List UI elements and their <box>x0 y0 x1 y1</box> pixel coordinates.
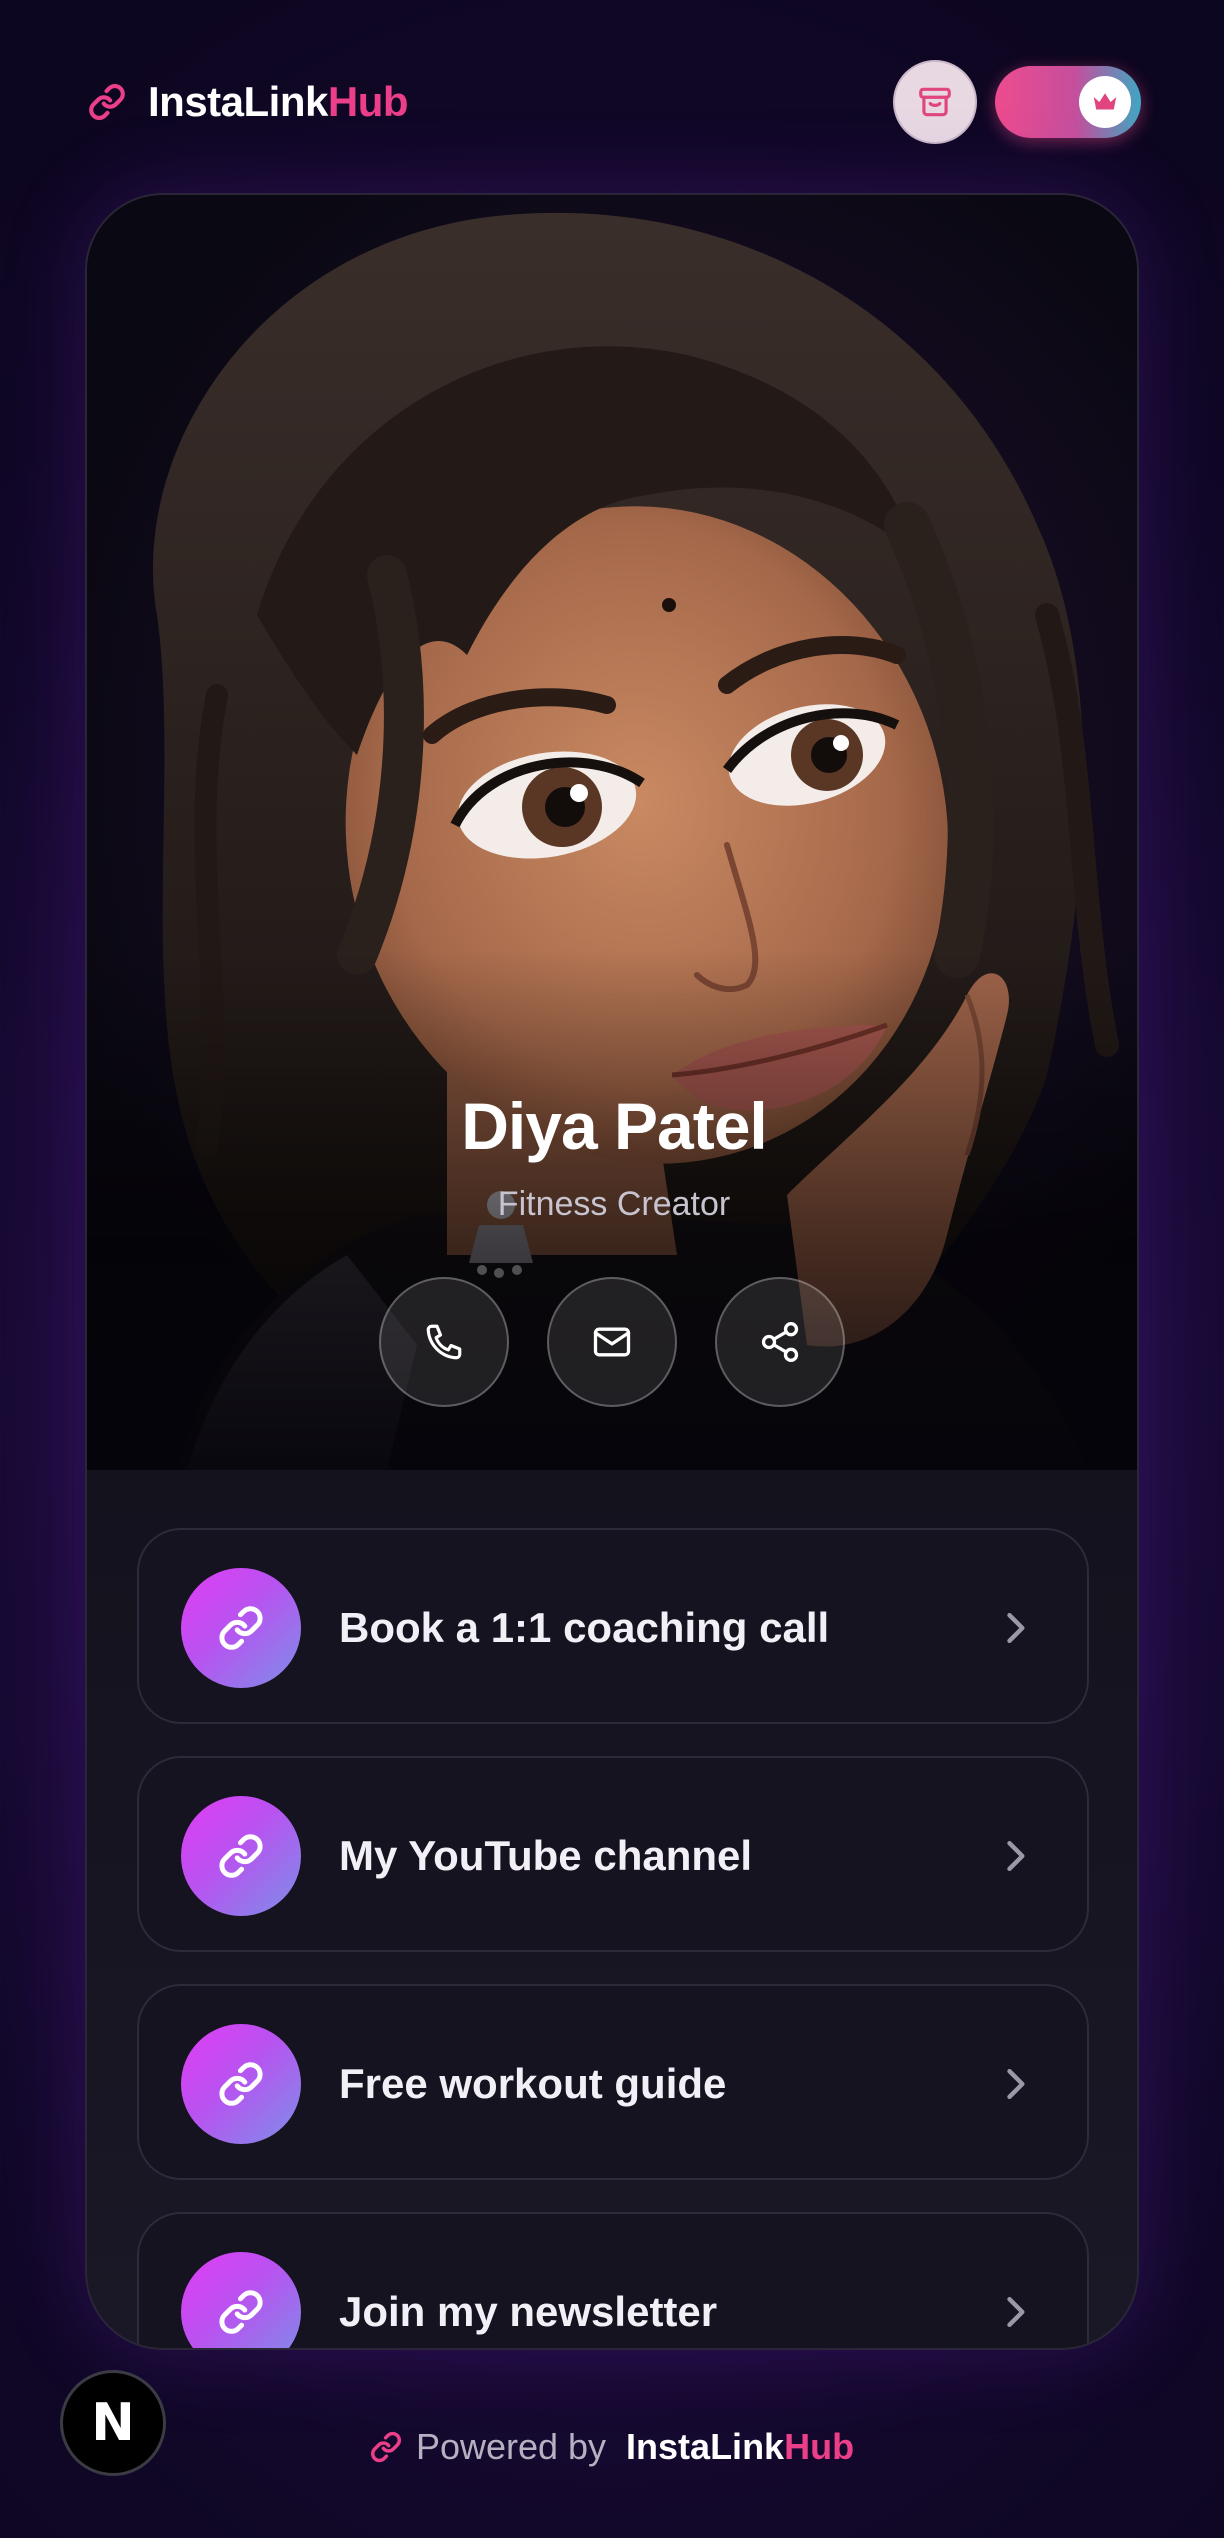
share-button[interactable] <box>715 1277 845 1407</box>
link-icon <box>89 84 125 120</box>
link-list: Book a 1:1 coaching call My YouTube chan… <box>137 1528 1089 2348</box>
top-bar: InstaLinkHub <box>0 0 1224 210</box>
archive-icon <box>919 87 951 117</box>
chevron-right-icon <box>1007 2296 1025 2328</box>
profile-card: Diya Patel Fitness Creator Book a 1:1 co… <box>85 193 1139 2350</box>
profile-hero: Diya Patel Fitness Creator <box>87 195 1137 1470</box>
contact-actions <box>379 1277 845 1407</box>
email-button[interactable] <box>547 1277 677 1407</box>
link-icon <box>219 2062 263 2106</box>
link-icon <box>370 2431 401 2463</box>
link-bubble <box>181 1796 301 1916</box>
link-label: Join my newsletter <box>339 2288 718 2335</box>
footer-brand-hub: Hub <box>784 2426 855 2467</box>
link-bubble <box>181 1568 301 1688</box>
profile-subtitle: Fitness Creator <box>497 1185 731 1223</box>
chevron-right-icon <box>1007 1612 1025 1644</box>
brand-name: InstaLinkHub <box>148 78 409 126</box>
mail-icon <box>593 1327 631 1357</box>
powered-by-footer[interactable]: Powered by InstaLinkHub <box>0 2426 1224 2468</box>
premium-toggle[interactable] <box>995 66 1141 138</box>
archive-button[interactable] <box>893 60 977 144</box>
link-item-newsletter[interactable]: Join my newsletter <box>137 2212 1089 2348</box>
crown-icon <box>1093 93 1117 110</box>
share-icon <box>761 1322 799 1362</box>
link-item-youtube-channel[interactable]: My YouTube channel <box>137 1756 1089 1952</box>
chevron-right-icon <box>1007 1840 1025 1872</box>
link-bubble <box>181 2024 301 2144</box>
link-icon <box>219 1834 263 1878</box>
phone-icon <box>426 1324 462 1360</box>
link-label: Book a 1:1 coaching call <box>339 1604 830 1651</box>
link-item-workout-guide[interactable]: Free workout guide <box>137 1984 1089 2180</box>
brand-name-hub: Hub <box>327 78 409 125</box>
profile-name: Diya Patel <box>461 1089 768 1163</box>
link-bubble <box>181 2252 301 2348</box>
footer-brand-name: InstaLinkHub <box>626 2426 854 2468</box>
powered-by-label: Powered by <box>415 2426 607 2467</box>
link-icon <box>219 1606 263 1650</box>
toggle-knob <box>1079 76 1131 128</box>
link-icon <box>219 2290 263 2334</box>
brand-logo[interactable]: InstaLinkHub <box>88 78 409 126</box>
footer-brand-insta: InstaLink <box>626 2426 785 2467</box>
link-label: My YouTube channel <box>339 1832 753 1879</box>
brand-name-insta: InstaLink <box>148 78 328 125</box>
link-item-coaching-call[interactable]: Book a 1:1 coaching call <box>137 1528 1089 1724</box>
link-label: Free workout guide <box>339 2060 727 2107</box>
chevron-right-icon <box>1007 2068 1025 2100</box>
call-button[interactable] <box>379 1277 509 1407</box>
